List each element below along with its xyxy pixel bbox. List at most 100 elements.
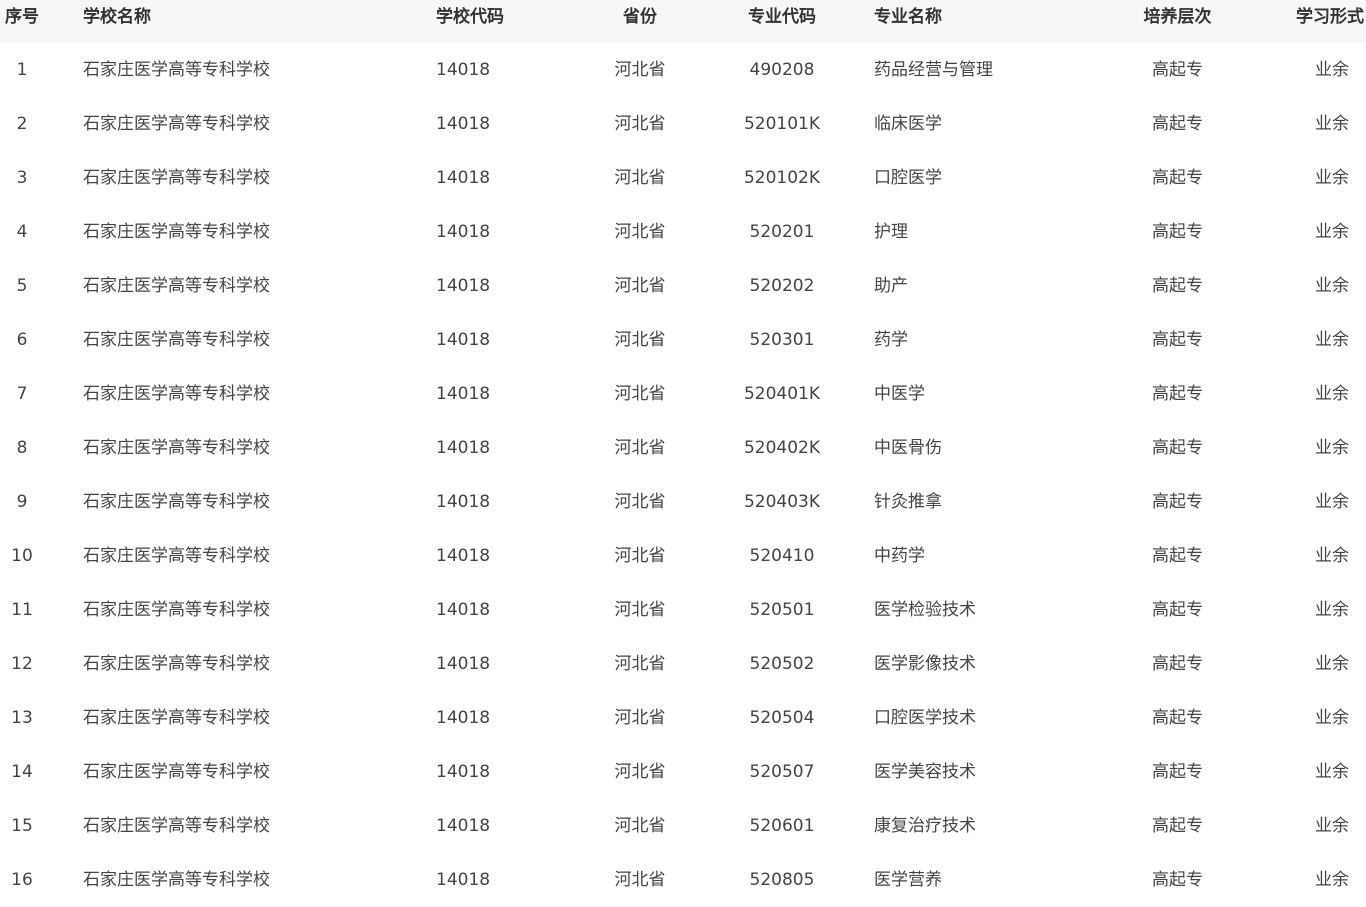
cell-school-name: 石家庄医学高等专科学校 bbox=[83, 330, 270, 350]
table-row: 4 石家庄医学高等专科学校 14018 河北省 520201 护理 高起专 业余 bbox=[0, 205, 1366, 259]
cell-study-form: 业余 bbox=[1315, 114, 1349, 134]
cell-school-name: 石家庄医学高等专科学校 bbox=[83, 276, 270, 296]
cell-study-form: 业余 bbox=[1315, 762, 1349, 782]
cell-province: 河北省 bbox=[614, 168, 666, 188]
cell-major-name: 医学检验技术 bbox=[874, 600, 976, 620]
cell-major-name: 中医骨伤 bbox=[874, 438, 942, 458]
cell-school-code: 14018 bbox=[436, 438, 491, 458]
cell-province: 河北省 bbox=[614, 222, 666, 242]
cell-study-form: 业余 bbox=[1315, 222, 1349, 242]
table-row: 2 石家庄医学高等专科学校 14018 河北省 520101K 临床医学 高起专 业余 bbox=[0, 97, 1366, 151]
header-major-code: 专业代码 bbox=[748, 7, 816, 27]
header-level: 培养层次 bbox=[1143, 7, 1212, 27]
cell-major-code: 520102K bbox=[743, 168, 821, 188]
table-row: 5 石家庄医学高等专科学校 14018 河北省 520202 助产 高起专 业余 bbox=[0, 259, 1366, 313]
cell-level: 高起专 bbox=[1152, 816, 1203, 836]
table-header: 序号 学校名称 学校代码 省份 专业代码 专业名称 培养层次 学习形式 bbox=[0, 0, 1366, 43]
cell-school-code: 14018 bbox=[436, 330, 491, 350]
cell-province: 河北省 bbox=[614, 492, 666, 512]
cell-major-code: 520507 bbox=[749, 762, 815, 782]
cell-school-code: 14018 bbox=[436, 492, 491, 512]
cell-level: 高起专 bbox=[1152, 384, 1203, 404]
cell-study-form: 业余 bbox=[1315, 330, 1349, 350]
table-row: 7 石家庄医学高等专科学校 14018 河北省 520401K 中医学 高起专 业余 bbox=[0, 367, 1366, 421]
cell-study-form: 业余 bbox=[1315, 492, 1349, 512]
table-row: 12 石家庄医学高等专科学校 14018 河北省 520502 医学影像技术 高起专 业余 bbox=[0, 637, 1366, 691]
cell-major-name: 口腔医学技术 bbox=[874, 708, 976, 728]
cell-school-code: 14018 bbox=[436, 222, 491, 242]
cell-level: 高起专 bbox=[1152, 168, 1203, 188]
header-school-code: 学校代码 bbox=[436, 7, 504, 27]
cell-school-name: 石家庄医学高等专科学校 bbox=[83, 816, 270, 836]
cell-index: 9 bbox=[16, 492, 28, 512]
cell-index: 7 bbox=[16, 384, 28, 404]
cell-school-code: 14018 bbox=[436, 168, 491, 188]
cell-study-form: 业余 bbox=[1315, 600, 1349, 620]
cell-province: 河北省 bbox=[614, 546, 666, 566]
cell-school-name: 石家庄医学高等专科学校 bbox=[83, 600, 270, 620]
cell-index: 6 bbox=[16, 330, 28, 350]
cell-level: 高起专 bbox=[1152, 60, 1203, 80]
cell-school-name: 石家庄医学高等专科学校 bbox=[83, 60, 270, 80]
cell-province: 河北省 bbox=[614, 60, 666, 80]
cell-major-code: 520101K bbox=[743, 114, 821, 134]
cell-major-name: 护理 bbox=[874, 222, 908, 242]
cell-province: 河北省 bbox=[614, 600, 666, 620]
cell-province: 河北省 bbox=[614, 708, 666, 728]
majors-table: 序号 学校名称 学校代码 省份 专业代码 专业名称 培养层次 学习形式 1 石家庄… bbox=[0, 0, 1366, 907]
cell-level: 高起专 bbox=[1152, 222, 1203, 242]
cell-index: 16 bbox=[11, 870, 33, 890]
cell-school-name: 石家庄医学高等专科学校 bbox=[83, 168, 270, 188]
header-study-form: 学习形式 bbox=[1296, 7, 1364, 27]
cell-index: 12 bbox=[11, 654, 33, 674]
cell-school-name: 石家庄医学高等专科学校 bbox=[83, 762, 270, 782]
cell-major-code: 520301 bbox=[749, 330, 815, 350]
table-row: 14 石家庄医学高等专科学校 14018 河北省 520507 医学美容技术 高起专 业余 bbox=[0, 745, 1366, 799]
cell-major-name: 助产 bbox=[874, 276, 908, 296]
cell-level: 高起专 bbox=[1152, 330, 1203, 350]
cell-major-code: 490208 bbox=[749, 60, 815, 80]
cell-major-name: 医学营养 bbox=[874, 870, 942, 890]
cell-school-name: 石家庄医学高等专科学校 bbox=[83, 492, 270, 512]
cell-major-code: 520201 bbox=[749, 222, 815, 242]
cell-province: 河北省 bbox=[614, 276, 666, 296]
cell-province: 河北省 bbox=[614, 438, 666, 458]
table-row: 10 石家庄医学高等专科学校 14018 河北省 520410 中药学 高起专 业余 bbox=[0, 529, 1366, 583]
cell-province: 河北省 bbox=[614, 870, 666, 890]
cell-school-code: 14018 bbox=[436, 600, 491, 620]
cell-index: 1 bbox=[16, 60, 28, 80]
header-major-name: 专业名称 bbox=[874, 7, 942, 27]
cell-level: 高起专 bbox=[1152, 708, 1203, 728]
cell-major-name: 药学 bbox=[874, 330, 908, 350]
table-body: 1 石家庄医学高等专科学校 14018 河北省 490208 药品经营与管理 高起专 业余 2 石… bbox=[0, 43, 1366, 907]
cell-major-code: 520401K bbox=[743, 384, 821, 404]
cell-study-form: 业余 bbox=[1315, 816, 1349, 836]
cell-index: 11 bbox=[11, 600, 33, 620]
cell-level: 高起专 bbox=[1152, 546, 1203, 566]
cell-school-code: 14018 bbox=[436, 276, 491, 296]
cell-school-name: 石家庄医学高等专科学校 bbox=[83, 384, 270, 404]
cell-level: 高起专 bbox=[1152, 276, 1203, 296]
cell-study-form: 业余 bbox=[1315, 276, 1349, 296]
cell-school-code: 14018 bbox=[436, 816, 491, 836]
table-row: 11 石家庄医学高等专科学校 14018 河北省 520501 医学检验技术 高起专 业余 bbox=[0, 583, 1366, 637]
cell-study-form: 业余 bbox=[1315, 60, 1349, 80]
cell-level: 高起专 bbox=[1152, 870, 1203, 890]
cell-major-name: 中药学 bbox=[874, 546, 925, 566]
cell-index: 14 bbox=[11, 762, 33, 782]
cell-province: 河北省 bbox=[614, 114, 666, 134]
cell-study-form: 业余 bbox=[1315, 870, 1349, 890]
cell-level: 高起专 bbox=[1152, 762, 1203, 782]
cell-index: 10 bbox=[11, 546, 33, 566]
cell-index: 4 bbox=[16, 222, 28, 242]
table-row: 16 石家庄医学高等专科学校 14018 河北省 520805 医学营养 高起专 业余 bbox=[0, 853, 1366, 907]
cell-school-code: 14018 bbox=[436, 114, 491, 134]
cell-index: 8 bbox=[16, 438, 28, 458]
cell-school-code: 14018 bbox=[436, 60, 491, 80]
cell-major-name: 临床医学 bbox=[874, 114, 942, 134]
cell-major-code: 520202 bbox=[749, 276, 815, 296]
cell-level: 高起专 bbox=[1152, 492, 1203, 512]
cell-school-name: 石家庄医学高等专科学校 bbox=[83, 546, 270, 566]
table-row: 1 石家庄医学高等专科学校 14018 河北省 490208 药品经营与管理 高起专 业余 bbox=[0, 43, 1366, 97]
cell-study-form: 业余 bbox=[1315, 438, 1349, 458]
